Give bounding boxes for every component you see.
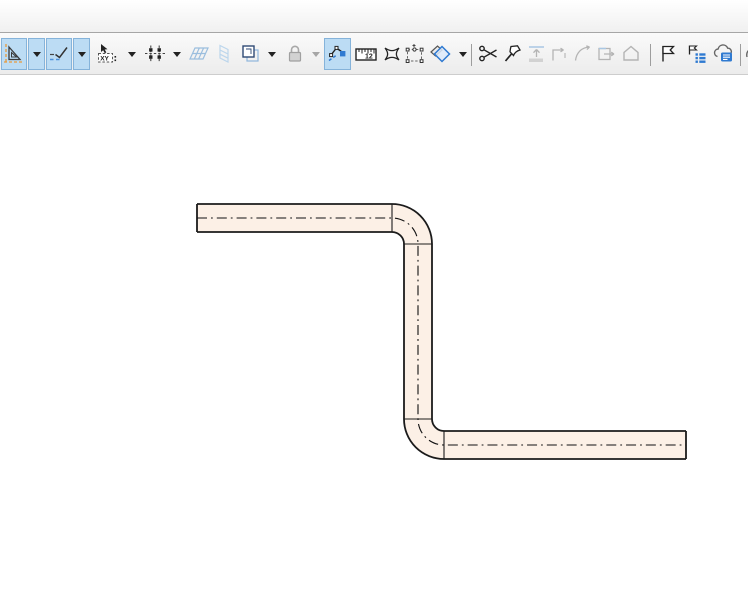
snap-guide-check-icon <box>48 43 70 65</box>
corner-arrow-icon <box>549 43 571 65</box>
set-square-icon <box>3 43 25 65</box>
lock-button[interactable] <box>282 38 307 70</box>
guide-lines-button[interactable] <box>1 38 27 70</box>
skewed-grid-icon <box>188 43 210 65</box>
adjust-button[interactable] <box>502 38 524 70</box>
padlock-icon <box>284 43 306 65</box>
dashed-cross-nodes-icon <box>144 43 166 65</box>
pinched-x-icon <box>381 43 403 65</box>
suspend-groups-button[interactable] <box>324 38 351 70</box>
tracker-button[interactable]: XY <box>95 38 123 70</box>
curve-button[interactable] <box>572 38 594 70</box>
cursor-xy-box-icon: XY <box>97 43 121 65</box>
resize-button[interactable] <box>596 38 618 70</box>
toolbar-separator <box>650 44 651 66</box>
chevron-down-icon <box>268 51 276 57</box>
tracker-dropdown[interactable] <box>124 38 140 70</box>
chevron-down-icon <box>173 51 181 57</box>
duct-centerline <box>197 217 686 446</box>
toolbar-separator <box>740 44 741 66</box>
cloud-panel-button[interactable] <box>710 38 738 70</box>
vertical-sheared-grid-icon <box>213 43 235 65</box>
drawing-canvas[interactable] <box>0 75 748 594</box>
flag-bullet-list-icon <box>686 43 708 65</box>
title-strip <box>0 0 748 33</box>
edit-selection-button[interactable] <box>403 38 426 70</box>
chevron-down-icon <box>77 51 86 57</box>
marquee-nodes-icon <box>404 43 426 65</box>
axe-icon <box>502 43 524 65</box>
arc-arrow-icon <box>572 43 594 65</box>
elevate-button[interactable] <box>619 38 642 70</box>
ruler-12-icon: 12 <box>354 43 378 65</box>
explode-button[interactable] <box>381 38 402 70</box>
cloud-list-icon <box>712 43 736 65</box>
marquee-dropdown[interactable] <box>264 38 280 70</box>
fillet-button[interactable] <box>549 38 571 70</box>
blue-diamond-plane-icon <box>429 43 453 65</box>
swallowtail-flag-icon <box>658 43 680 65</box>
partial-icon <box>744 43 748 65</box>
snap-guides-button[interactable] <box>46 38 72 70</box>
duct-element[interactable] <box>196 203 687 460</box>
duct-outline <box>196 203 687 460</box>
box-arrow-icon <box>596 43 618 65</box>
lock-dropdown[interactable] <box>308 38 324 70</box>
rotated-grid-button[interactable] <box>212 38 236 70</box>
application-window: { "app": { "kind": "cad-drafting-applica… <box>0 0 748 594</box>
double-rectangle-icon <box>240 43 262 65</box>
work-plane-dropdown[interactable] <box>455 38 471 70</box>
snap-guides-dropdown[interactable] <box>73 38 90 70</box>
toolbar-separator <box>471 44 472 66</box>
split-button[interactable] <box>477 38 501 70</box>
measure-button[interactable]: 12 <box>353 38 379 70</box>
snap-points-button[interactable] <box>142 38 168 70</box>
scissors-icon <box>478 43 500 65</box>
tracker-glyph: XY <box>100 55 109 62</box>
align-button[interactable] <box>526 38 548 70</box>
house-pentagon-icon <box>620 43 642 65</box>
chevron-down-icon <box>459 51 467 57</box>
polyline-nodes-blue-square-icon <box>327 43 349 65</box>
measure-glyph: 12 <box>365 54 373 61</box>
chevron-down-icon <box>312 51 320 57</box>
chevron-down-icon <box>128 51 136 57</box>
flag-button[interactable] <box>657 38 681 70</box>
main-toolbar: XY 12 <box>0 33 748 75</box>
work-plane-button[interactable] <box>428 38 454 70</box>
markup-list-button[interactable] <box>684 38 709 70</box>
clipped-edge-button[interactable] <box>744 38 748 70</box>
arrow-up-hatch-icon <box>526 43 548 65</box>
guide-lines-dropdown[interactable] <box>28 38 45 70</box>
snap-points-dropdown[interactable] <box>169 38 185 70</box>
marquee-button[interactable] <box>238 38 263 70</box>
grid-snap-button[interactable] <box>187 38 211 70</box>
chevron-down-icon <box>32 51 41 57</box>
